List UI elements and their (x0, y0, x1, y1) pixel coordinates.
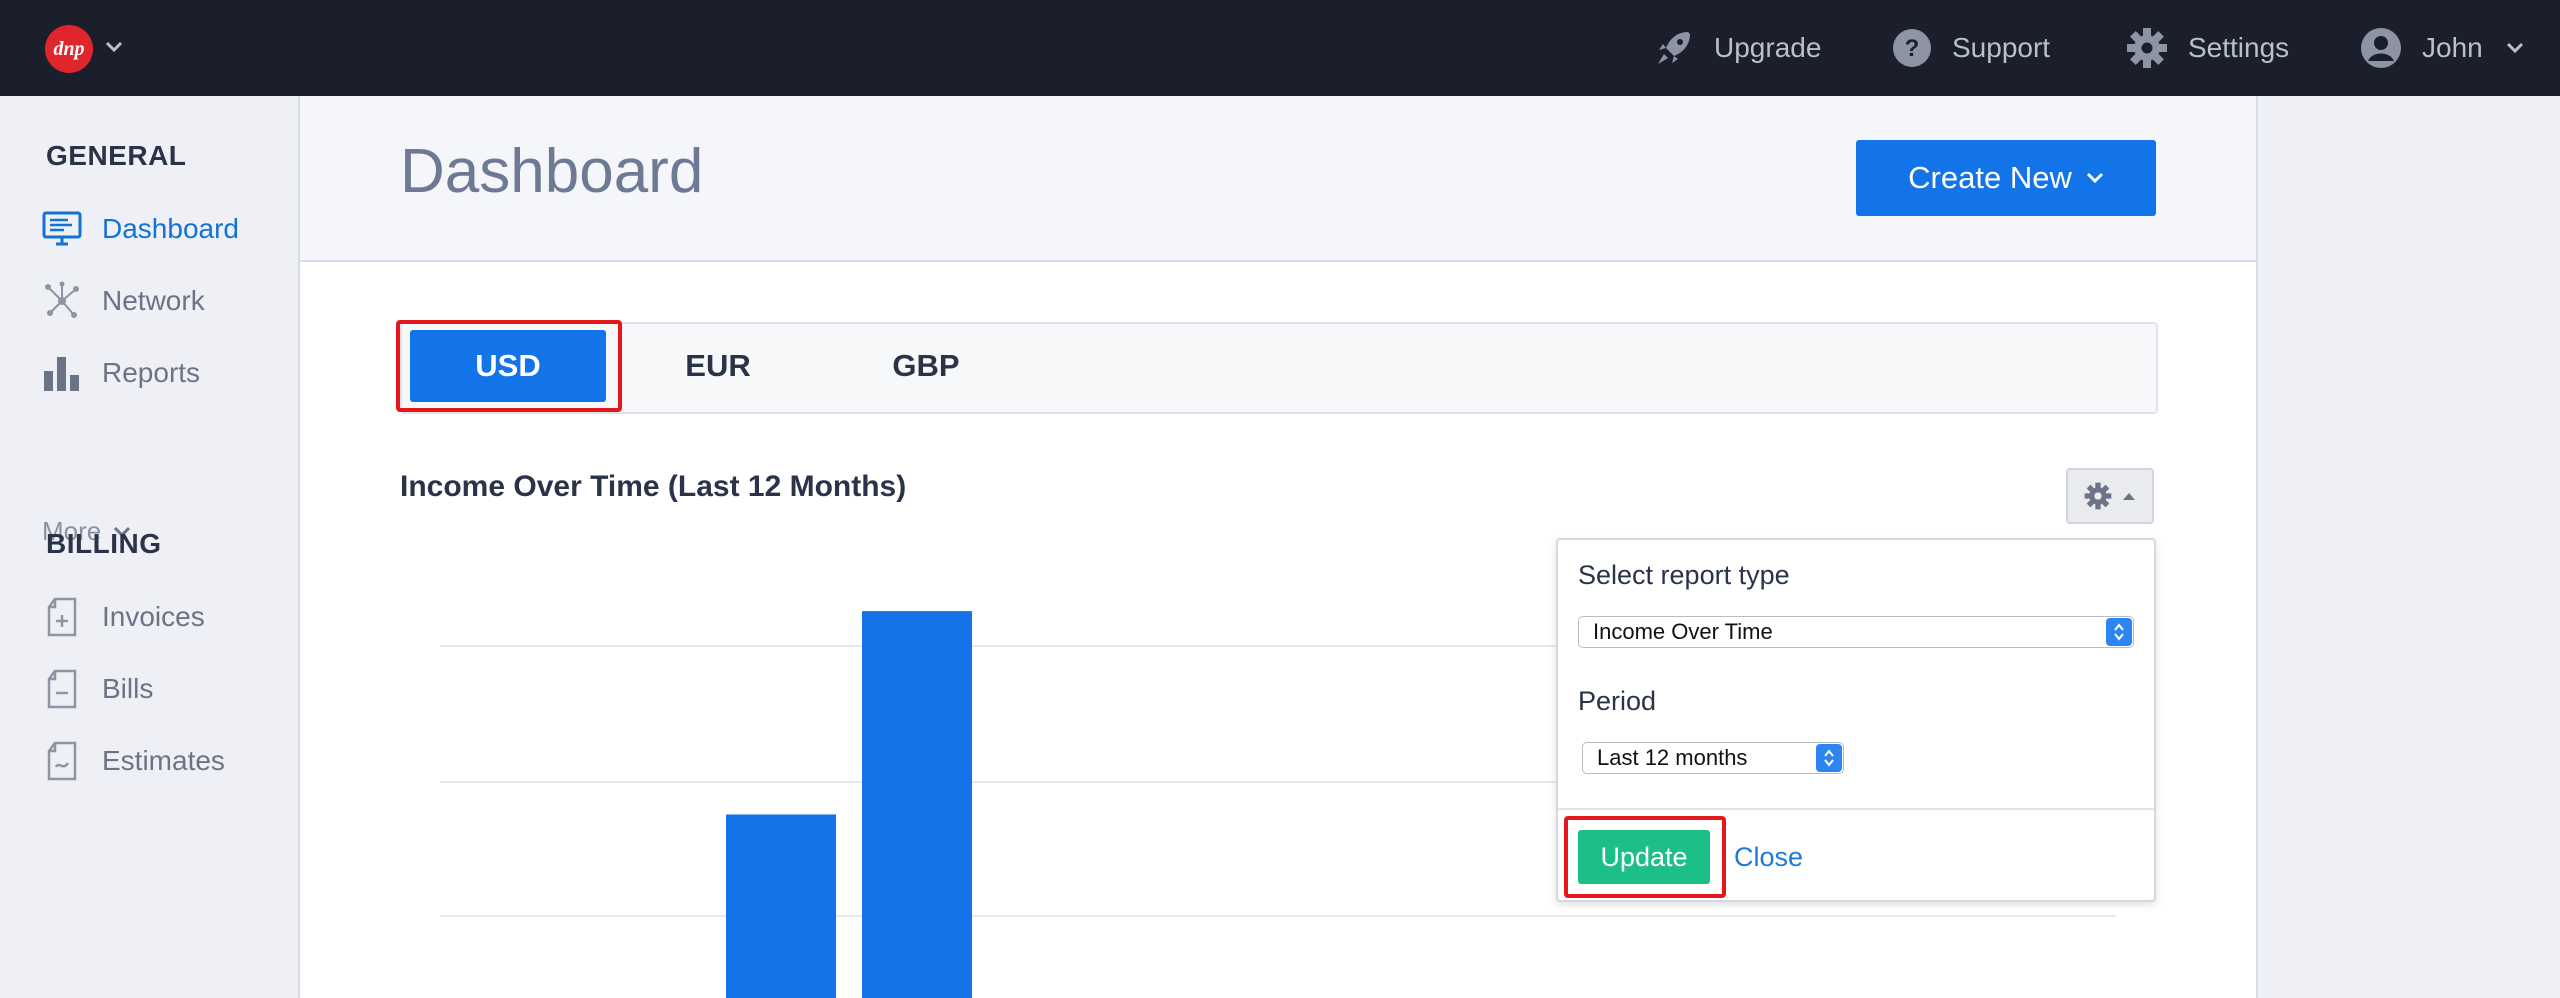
chart-bar[interactable] (862, 611, 972, 998)
sidebar-section-billing: BILLING (46, 528, 162, 559)
top-navigation-bar: dnp Upgrade ? Support Settings John (0, 0, 2560, 96)
user-avatar-icon (2361, 28, 2401, 68)
right-gutter (2258, 96, 2560, 998)
sidebar-item-label: Network (102, 285, 205, 316)
currency-tab-bar: USD EUR GBP (400, 322, 2158, 414)
gear-icon (2084, 482, 2112, 510)
period-value: Last 12 months (1597, 745, 1748, 770)
report-settings-button[interactable] (2066, 468, 2154, 524)
bar-chart-icon (42, 353, 82, 393)
settings-label: Settings (2188, 32, 2290, 63)
invoice-icon (42, 597, 82, 637)
sidebar-item-bills[interactable]: Bills (42, 664, 153, 714)
svg-text:dnp: dnp (53, 38, 84, 60)
period-label: Period (1578, 686, 1657, 716)
tab-eur[interactable]: EUR (620, 330, 816, 402)
sidebar-item-estimates[interactable]: Estimates (42, 736, 225, 786)
estimate-icon (42, 741, 82, 781)
tab-gbp[interactable]: GBP (828, 330, 1024, 402)
support-label: Support (1952, 32, 2051, 63)
sidebar-item-dashboard[interactable]: Dashboard (42, 204, 239, 254)
sidebar-item-network[interactable]: Network (42, 276, 205, 326)
support-link[interactable]: ? Support (1892, 0, 2050, 96)
caret-up-icon (2123, 492, 2135, 500)
sidebar: GENERAL Dashboard Network Reports More B… (0, 96, 300, 998)
settings-link[interactable]: Settings (2126, 0, 2289, 96)
select-arrows-icon (1816, 744, 1842, 772)
report-title: Income Over Time (Last 12 Months) (400, 470, 907, 503)
user-name: John (2422, 32, 2483, 63)
sidebar-item-label: Invoices (102, 601, 205, 632)
svg-text:?: ? (1905, 35, 1920, 62)
chart-bar[interactable] (726, 814, 836, 998)
sidebar-item-label: Estimates (102, 745, 225, 776)
select-arrows-icon (2106, 618, 2132, 646)
bill-icon (42, 669, 82, 709)
main-content: Dashboard Create New USD EUR GBP Income … (300, 96, 2258, 998)
sidebar-item-label: Bills (102, 673, 154, 704)
sidebar-item-reports[interactable]: Reports (42, 348, 200, 398)
gear-icon (2127, 28, 2167, 68)
chevron-down-icon (2506, 42, 2523, 54)
report-type-value: Income Over Time (1593, 619, 1773, 644)
chevron-down-icon[interactable] (104, 40, 124, 59)
report-type-select[interactable]: Income Over Time (1578, 616, 2134, 648)
sidebar-item-label: Reports (102, 357, 201, 388)
monitor-icon (42, 209, 82, 249)
sidebar-item-label: Dashboard (102, 213, 239, 244)
rocket-icon (1658, 32, 1690, 64)
help-icon: ? (1893, 29, 1931, 67)
network-icon (42, 281, 82, 321)
upgrade-label: Upgrade (1714, 32, 1822, 63)
user-menu[interactable]: John (2360, 0, 2525, 96)
upgrade-link[interactable]: Upgrade (1654, 0, 1821, 96)
sidebar-section-general: GENERAL (46, 140, 187, 171)
usd-tab-highlight (396, 320, 622, 412)
period-select[interactable]: Last 12 months (1582, 742, 1844, 774)
app-logo[interactable]: dnp (44, 24, 94, 74)
chart-bars (726, 611, 972, 998)
close-link[interactable]: Close (1734, 842, 1803, 873)
update-button-highlight (1564, 816, 1726, 898)
report-type-label: Select report type (1578, 560, 1790, 590)
sidebar-item-invoices[interactable]: Invoices (42, 592, 205, 642)
